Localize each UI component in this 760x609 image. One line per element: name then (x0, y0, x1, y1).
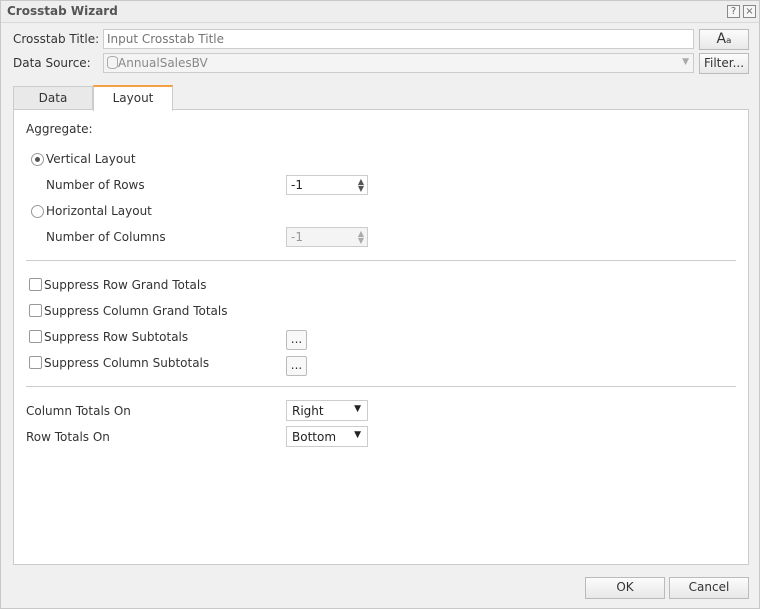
close-icon[interactable]: × (743, 5, 756, 18)
ok-button[interactable]: OK (585, 577, 665, 599)
columns-value: -1 (291, 230, 303, 244)
suppress-row-grand-totals-label: Suppress Row Grand Totals (44, 278, 207, 292)
title-bar: Crosstab Wizard ? × (1, 1, 759, 23)
vertical-layout-label: Vertical Layout (46, 152, 136, 166)
tab-layout[interactable]: Layout (93, 85, 173, 111)
crosstab-title-input[interactable] (103, 29, 694, 49)
rows-label: Number of Rows (46, 178, 145, 192)
column-subtotals-options-button[interactable]: ... (286, 356, 307, 376)
aggregate-label: Aggregate: (26, 122, 93, 136)
columns-stepper[interactable]: -1 ▲ ▼ (286, 227, 368, 247)
dropdown-arrow-icon: ▼ (354, 430, 361, 440)
crosstab-title-label: Crosstab Title: (13, 32, 100, 46)
suppress-row-grand-totals-checkbox[interactable] (29, 278, 42, 291)
horizontal-layout-radio[interactable] (31, 205, 44, 218)
suppress-column-subtotals-checkbox[interactable] (29, 356, 42, 369)
suppress-column-subtotals-label: Suppress Column Subtotals (44, 356, 210, 370)
layout-panel: Aggregate: Vertical Layout Number of Row… (13, 109, 749, 565)
suppress-row-subtotals-label: Suppress Row Subtotals (44, 330, 189, 344)
horizontal-layout-label: Horizontal Layout (46, 204, 152, 218)
data-source-value: AnnualSalesBV (118, 56, 208, 70)
columns-label: Number of Columns (46, 230, 166, 244)
rows-value: -1 (291, 178, 303, 192)
suppress-column-grand-totals-checkbox[interactable] (29, 304, 42, 317)
row-totals-select[interactable]: Bottom ▼ (286, 426, 368, 447)
rows-stepper[interactable]: -1 ▲ ▼ (286, 175, 368, 195)
dropdown-arrow-icon: ▼ (354, 404, 361, 414)
data-source-select[interactable]: AnnualSalesBV ▼ (103, 53, 694, 73)
help-icon[interactable]: ? (727, 5, 740, 18)
row-totals-value: Bottom (292, 430, 337, 444)
row-totals-label: Row Totals On (26, 430, 110, 444)
stepper-arrows-icon[interactable]: ▲ ▼ (358, 178, 364, 193)
column-totals-value: Right (292, 404, 324, 418)
cancel-button[interactable]: Cancel (669, 577, 749, 599)
row-subtotals-options-button[interactable]: ... (286, 330, 307, 350)
dropdown-arrow-icon: ▼ (682, 57, 689, 67)
crosstab-wizard-dialog: Crosstab Wizard ? × Crosstab Title: Aₐ D… (0, 0, 760, 609)
data-source-label: Data Source: (13, 56, 91, 70)
tab-data[interactable]: Data (13, 86, 93, 110)
font-button[interactable]: Aₐ (699, 29, 749, 50)
divider (26, 386, 736, 387)
column-totals-select[interactable]: Right ▼ (286, 400, 368, 421)
filter-button[interactable]: Filter... (699, 53, 749, 74)
column-totals-label: Column Totals On (26, 404, 131, 418)
database-icon (107, 56, 118, 69)
suppress-column-grand-totals-label: Suppress Column Grand Totals (44, 304, 228, 318)
suppress-row-subtotals-checkbox[interactable] (29, 330, 42, 343)
dialog-title: Crosstab Wizard (7, 4, 118, 18)
stepper-arrows-icon[interactable]: ▲ ▼ (358, 230, 364, 245)
divider (26, 260, 736, 261)
vertical-layout-radio[interactable] (31, 153, 44, 166)
